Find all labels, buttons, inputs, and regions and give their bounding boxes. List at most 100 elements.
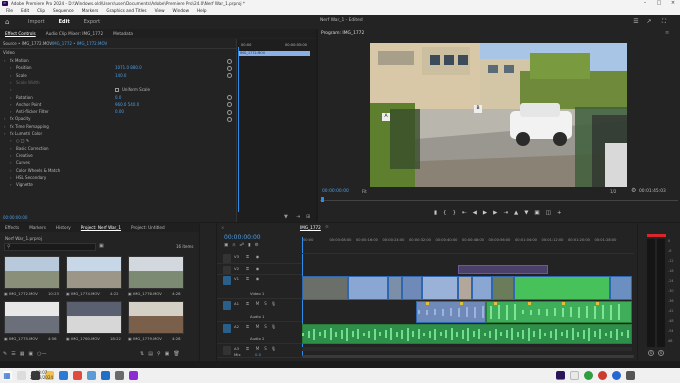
- mark-in-icon[interactable]: {: [443, 210, 447, 216]
- track-lock-icon[interactable]: ⚿: [245, 324, 250, 329]
- clip-thumbnail[interactable]: [66, 256, 122, 289]
- effect-row[interactable]: › Creative: [0, 152, 236, 159]
- effect-row[interactable]: › Color Wheels & Match: [0, 167, 236, 174]
- quick-export-icon[interactable]: ↗: [645, 18, 653, 26]
- tray-volume-icon[interactable]: [626, 371, 635, 380]
- timeline-video-clip[interactable]: [458, 276, 472, 300]
- reset-parameter-icon[interactable]: [227, 116, 232, 122]
- track-record-icon[interactable]: 🎙: [271, 301, 276, 306]
- lift-icon[interactable]: ▲: [514, 210, 518, 216]
- reset-parameter-icon[interactable]: [227, 73, 232, 79]
- step-back-icon[interactable]: ◀: [473, 210, 477, 216]
- timeline-settings-icon[interactable]: ⚙: [255, 243, 259, 248]
- list-view-icon[interactable]: ☰: [11, 351, 15, 357]
- track-name[interactable]: A2: [234, 324, 239, 329]
- clip-name[interactable]: IMG_1779.MOV: [133, 336, 162, 341]
- compare-icon[interactable]: ◫: [546, 210, 551, 216]
- edge-icon[interactable]: [58, 371, 68, 380]
- tray-app-icon[interactable]: [570, 371, 579, 380]
- timeline-menu-icon[interactable]: ≡: [325, 225, 329, 230]
- tab-effects[interactable]: Effects: [0, 225, 24, 230]
- effect-row[interactable]: › Basic Correction: [0, 145, 236, 152]
- windows-start-icon[interactable]: ▦: [2, 371, 12, 380]
- menu-graphics-and-titles[interactable]: Graphics and Titles: [102, 7, 150, 15]
- track-name[interactable]: V3: [234, 254, 239, 259]
- minimize-icon[interactable]: –: [638, 0, 652, 7]
- fit-dropdown[interactable]: Fit: [362, 189, 367, 194]
- source-label[interactable]: Source • IMG_1772.MOV: [3, 41, 52, 46]
- effect-property-value[interactable]: 960.0 540.0: [115, 101, 139, 108]
- store-icon[interactable]: [86, 371, 96, 380]
- clip-thumbnail[interactable]: [128, 301, 184, 334]
- menu-help[interactable]: Help: [193, 7, 211, 15]
- mark-out-icon[interactable]: }: [453, 210, 457, 216]
- menu-file[interactable]: File: [2, 7, 17, 15]
- add-marker-icon[interactable]: ▮: [434, 210, 437, 216]
- wrench-icon[interactable]: ⚙: [631, 187, 636, 194]
- timeline-video-clip[interactable]: [514, 276, 610, 300]
- effect-property-value[interactable]: 0.00: [115, 108, 124, 115]
- tray-av-icon[interactable]: [598, 371, 607, 380]
- resolution-dropdown[interactable]: 1/2: [610, 189, 616, 194]
- timeline-video-clip[interactable]: [492, 276, 514, 300]
- effect-row[interactable]: › Uniform Scale: [0, 86, 236, 93]
- program-scrubber[interactable]: [320, 197, 678, 201]
- reset-parameter-icon[interactable]: [227, 109, 232, 115]
- menu-sequence[interactable]: Sequence: [49, 7, 78, 15]
- tray-network-icon[interactable]: [612, 371, 621, 380]
- find-icon[interactable]: ⚲: [157, 351, 161, 357]
- workspace-export[interactable]: Export: [77, 19, 107, 25]
- clip-indicator[interactable]: [647, 234, 666, 237]
- tab-markers[interactable]: Markers: [24, 225, 51, 230]
- clip-name[interactable]: IMG_1772.MOV: [9, 291, 38, 296]
- track-visibility-icon[interactable]: ◉: [255, 276, 260, 281]
- maximize-icon[interactable]: □: [652, 0, 666, 7]
- taskbar-clock[interactable]: 23:07 25/02/2024: [30, 370, 53, 380]
- effect-row[interactable]: › Curves: [0, 159, 236, 166]
- add-button-icon[interactable]: +: [557, 210, 562, 216]
- track-solo-icon[interactable]: S: [263, 324, 268, 329]
- clip-thumbnail[interactable]: [4, 301, 60, 334]
- zoom-slider[interactable]: ○—: [37, 351, 46, 357]
- reset-parameter-icon[interactable]: [227, 102, 232, 108]
- effect-row[interactable]: › Scale Width: [0, 79, 236, 86]
- effect-row[interactable]: › Position 1071.0 880.0: [0, 64, 236, 71]
- timeline-ruler[interactable]: 00:00 00:00:08:00 00:00:16:00 00:00:24:00 00…: [302, 237, 637, 251]
- timeline-tracks-area[interactable]: [302, 253, 637, 359]
- mix-value[interactable]: 0.0: [255, 352, 261, 357]
- step-forward-icon[interactable]: ▶: [493, 210, 497, 216]
- new-item-icon[interactable]: ▣: [165, 351, 170, 357]
- source-patch[interactable]: [223, 324, 231, 333]
- clip-thumbnail[interactable]: [66, 301, 122, 334]
- track-lock-icon[interactable]: ⚿: [245, 276, 250, 281]
- clip-thumbnail[interactable]: [128, 256, 184, 289]
- menu-window[interactable]: Window: [169, 7, 194, 15]
- tab-effect-controls[interactable]: Effect Controls: [0, 31, 41, 36]
- go-to-out-icon[interactable]: ⇥: [503, 210, 508, 216]
- clip-thumbnail[interactable]: [4, 256, 60, 289]
- timeline-sequence-tab[interactable]: IMG_1772: [300, 225, 321, 230]
- effect-controls-time[interactable]: 00:00:00:00: [3, 215, 27, 220]
- program-playhead[interactable]: [321, 197, 324, 202]
- reset-parameter-icon[interactable]: [227, 58, 232, 64]
- effect-property-value[interactable]: 1071.0 880.0: [115, 64, 142, 71]
- mini-playhead[interactable]: [238, 47, 239, 212]
- menu-view[interactable]: View: [151, 7, 169, 15]
- new-bin-icon[interactable]: ▣: [99, 243, 104, 249]
- track-name[interactable]: A1: [234, 301, 239, 306]
- timeline-timecode[interactable]: 00:00:00:00: [224, 234, 261, 241]
- clip-name[interactable]: IMG_1776.MOV: [133, 291, 162, 296]
- export-frame-icon[interactable]: ⇥: [296, 214, 300, 220]
- extract-icon[interactable]: ▼: [524, 210, 528, 216]
- timeline-video-clip[interactable]: [610, 276, 632, 300]
- sort-icon[interactable]: ⇅: [140, 351, 144, 357]
- track-mute-icon[interactable]: M: [255, 301, 260, 306]
- source-patch[interactable]: [223, 276, 231, 285]
- effect-row[interactable]: › HSL Secondary: [0, 174, 236, 181]
- effect-row[interactable]: › Rotation 0.0: [0, 94, 236, 101]
- app-icon[interactable]: [128, 371, 138, 380]
- track-name[interactable]: A3: [234, 346, 239, 351]
- track-visibility-icon[interactable]: ◉: [255, 266, 260, 271]
- freeform-view-icon[interactable]: ▣: [28, 351, 33, 357]
- track-lock-icon[interactable]: ⚿: [245, 254, 250, 259]
